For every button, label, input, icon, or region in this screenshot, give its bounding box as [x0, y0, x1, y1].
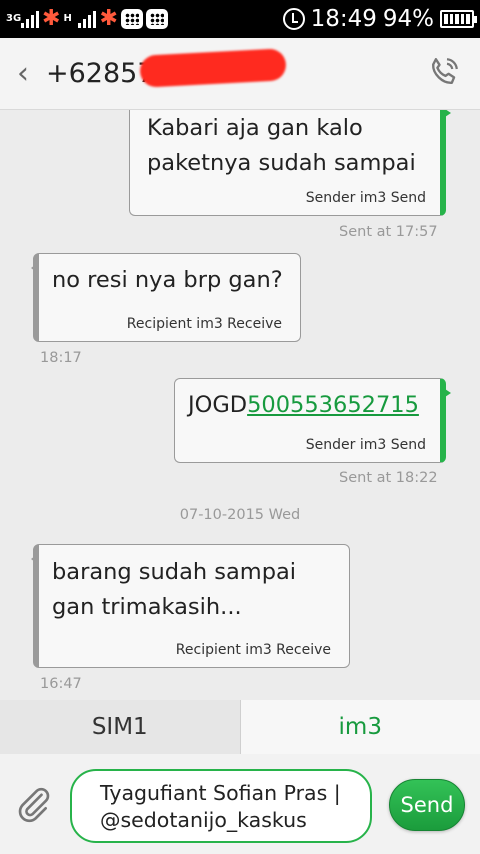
signal-icon-2 — [78, 10, 97, 28]
blackberry-pin-icon-2: ✱ — [99, 6, 118, 31]
date-separator: 07-10-2015 Wed — [179, 507, 301, 523]
message-meta: Recipient im3 Receive — [126, 316, 282, 332]
sim-tab-sim1[interactable]: SIM1 — [0, 700, 241, 754]
message-timestamp: Sent at 18:22 — [339, 470, 438, 486]
network-type-label: 3G — [6, 13, 22, 24]
message-text: Kabari aja gan kalo paketnya sudah sampa… — [147, 115, 416, 176]
tracking-number-link[interactable]: 500553652715 — [247, 392, 419, 418]
network-type-label-2: H — [63, 13, 72, 24]
blackberry-pin-icon: ✱ — [42, 6, 61, 31]
message-timestamp: 16:47 — [40, 676, 82, 692]
message-meta: Recipient im3 Receive — [175, 642, 331, 658]
message-timestamp: Sent at 17:57 — [339, 224, 438, 240]
message-bubble-outgoing[interactable]: Kabari aja gan kalo paketnya sudah sampa… — [129, 110, 451, 216]
message-meta: Sender im3 Send — [305, 190, 426, 206]
conversation-header: ‹ +628577 — [0, 38, 480, 110]
message-bubble-outgoing[interactable]: JOGD500553652715 Sender im3 Send — [174, 378, 451, 463]
message-text: no resi nya brp gan? — [52, 267, 283, 293]
message-list[interactable]: Kabari aja gan kalo paketnya sudah sampa… — [0, 110, 480, 700]
status-time: 18:49 — [310, 6, 377, 32]
send-button[interactable]: Send — [389, 779, 465, 831]
compose-bar: Tyagufiant Sofian Pras | @sedotanijo_kas… — [0, 754, 480, 854]
sim-tab-im3[interactable]: im3 — [240, 700, 480, 754]
bbm-icon — [120, 9, 143, 29]
message-text: JOGD500553652715 — [188, 388, 419, 423]
sim-selector: SIM1 im3 — [0, 700, 480, 754]
battery-icon — [440, 10, 477, 28]
message-bubble-incoming[interactable]: no resi nya brp gan? Recipient im3 Recei… — [31, 253, 301, 342]
status-bar: 3G ✱ H ✱ 18:49 94% — [0, 0, 480, 38]
message-text-prefix: JOGD — [188, 392, 248, 418]
bbm-icon-2 — [145, 9, 168, 29]
alarm-icon — [282, 8, 305, 30]
message-bubble-incoming[interactable]: barang sudah sampai gan trimakasih... Re… — [31, 544, 350, 668]
paperclip-icon[interactable] — [14, 784, 54, 824]
message-text: barang sudah sampai gan trimakasih... — [52, 559, 297, 620]
message-input[interactable]: Tyagufiant Sofian Pras | @sedotanijo_kas… — [70, 769, 372, 843]
phone-icon[interactable] — [426, 54, 462, 90]
signal-icon — [21, 10, 39, 28]
battery-percent: 94% — [382, 6, 434, 32]
back-chevron-icon[interactable]: ‹ — [0, 58, 46, 89]
message-timestamp: 18:17 — [40, 350, 82, 366]
message-meta: Sender im3 Send — [305, 437, 426, 453]
redaction-mark — [139, 48, 287, 88]
